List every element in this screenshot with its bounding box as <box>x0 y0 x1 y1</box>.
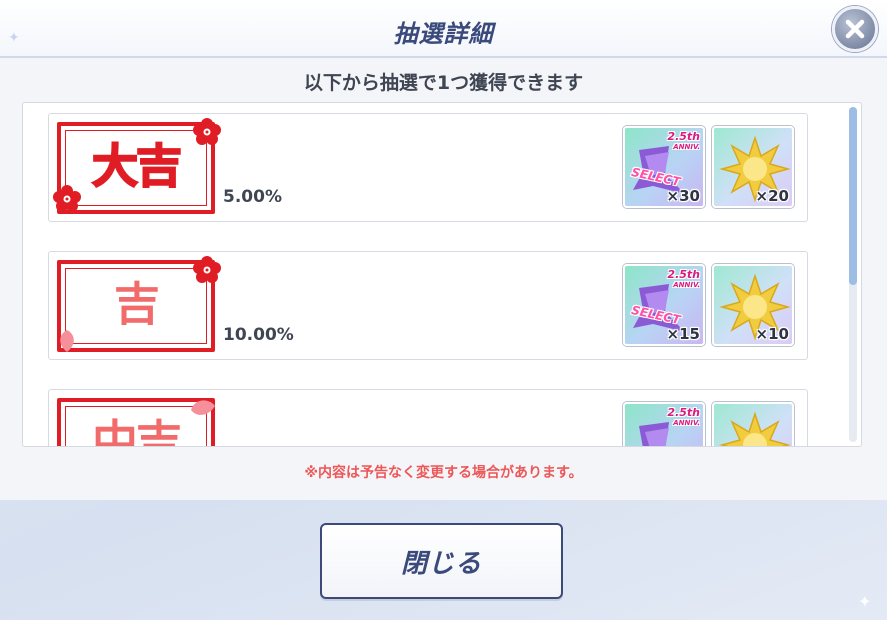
list-item: 大吉 5.00% 2.5th ANNIV. SELECT ×30 ×20 <box>48 113 808 222</box>
panel-subtitle: 以下から抽選で1つ獲得できます <box>303 72 584 94</box>
select-ticket-item[interactable]: 2.5th ANNIV. SELECT ×15 <box>623 264 705 346</box>
close-dialog-button[interactable]: 閉じる <box>320 523 563 599</box>
plum-flower-icon <box>53 185 81 212</box>
notice-text: ※内容は予告なく変更する場合があります。 <box>304 465 583 481</box>
select-ticket-item[interactable]: 2.5th ANNIV. <box>623 402 705 446</box>
fortune-label: 大吉 <box>91 138 183 194</box>
probability-text: 5.00% <box>223 187 282 207</box>
sparkle-icon: ✦ <box>858 592 872 611</box>
item-quantity: ×20 <box>755 187 789 205</box>
fortune-label: 中吉 <box>92 415 182 447</box>
list-item: 吉 10.00% 2.5th ANNIV. SELECT ×15 ×10 <box>48 251 808 360</box>
gold-star-item[interactable]: ×20 <box>712 126 794 208</box>
plum-flower-icon <box>193 256 221 283</box>
fortune-label: 吉 <box>114 277 160 331</box>
anniv-badge: 2.5th ANNIV. <box>667 268 700 289</box>
scrollbar[interactable] <box>849 107 857 442</box>
item-quantity: ×10 <box>755 325 789 343</box>
item-quantity: ×15 <box>666 325 700 343</box>
close-button[interactable] <box>832 6 878 52</box>
scroll-thumb[interactable] <box>849 107 857 285</box>
item-quantity: ×30 <box>666 187 700 205</box>
close-dialog-label: 閉じる <box>400 548 482 579</box>
anniv-badge: 2.5th ANNIV. <box>667 130 700 151</box>
sakura-petal-icon <box>60 330 74 352</box>
gold-star-item[interactable] <box>712 402 794 446</box>
prize-list[interactable]: 大吉 5.00% 2.5th ANNIV. SELECT ×30 ×20 吉 1… <box>22 102 862 447</box>
sakura-petal-icon <box>191 400 215 415</box>
anniv-badge: 2.5th ANNIV. <box>667 406 700 427</box>
gold-star-icon <box>719 411 791 446</box>
dialog-title: 抽選詳細 <box>393 20 494 48</box>
plum-flower-icon <box>193 118 221 145</box>
close-icon <box>845 19 865 39</box>
detail-panel: 以下から抽選で1つ獲得できます 大吉 5.00% 2.5th ANNIV. SE… <box>0 58 887 500</box>
gold-star-item[interactable]: ×10 <box>712 264 794 346</box>
list-item: 中吉 2.5th ANNIV. <box>48 389 808 447</box>
dialog-header: ✦ 抽選詳細 <box>0 0 887 58</box>
select-ticket-item[interactable]: 2.5th ANNIV. SELECT ×30 <box>623 126 705 208</box>
probability-text: 10.00% <box>223 325 294 345</box>
